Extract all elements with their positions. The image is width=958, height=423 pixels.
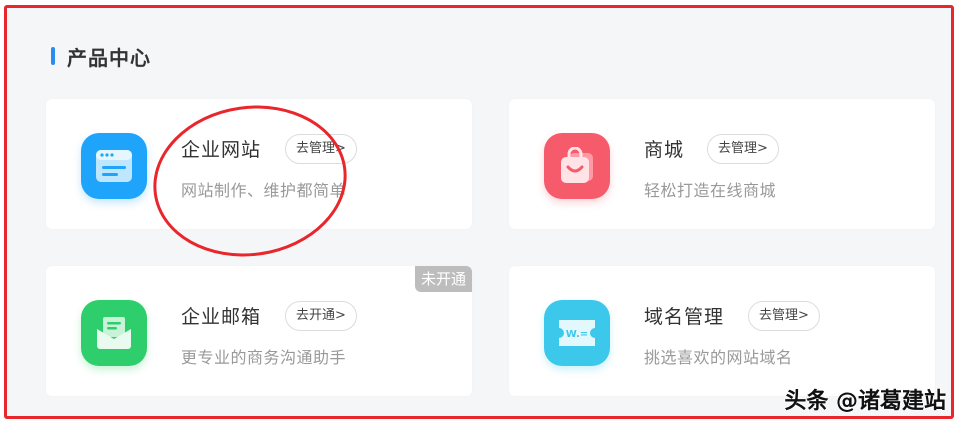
card-description: 挑选喜欢的网站域名 <box>644 348 793 367</box>
card-description: 网站制作、维护都简单 <box>181 181 347 200</box>
website-icon <box>81 133 147 199</box>
product-card-email[interactable]: 未开通 企业邮箱 去开通> 更专业的商务沟通助手 <box>46 266 472 396</box>
shopping-bag-icon <box>544 133 610 199</box>
card-title: 商城 <box>644 139 685 161</box>
status-badge: 未开通 <box>414 266 472 292</box>
manage-button[interactable]: 去管理> <box>285 134 357 164</box>
section-title: 产品中心 <box>67 45 151 70</box>
card-title: 域名管理 <box>644 306 725 328</box>
card-description: 轻松打造在线商城 <box>644 181 777 200</box>
card-title: 企业网站 <box>181 139 262 161</box>
manage-button[interactable]: 去管理> <box>748 301 820 331</box>
manage-button[interactable]: 去管理> <box>707 134 779 164</box>
card-title: 企业邮箱 <box>181 306 262 328</box>
domain-icon-text: W.= <box>566 329 588 340</box>
product-card-website[interactable]: 企业网站 去管理> 网站制作、维护都简单 <box>46 99 472 229</box>
product-card-mall[interactable]: 商城 去管理> 轻松打造在线商城 <box>509 99 935 229</box>
product-card-domain[interactable]: W.= 域名管理 去管理> 挑选喜欢的网站域名 <box>509 266 935 396</box>
mail-icon <box>81 300 147 366</box>
activate-button[interactable]: 去开通> <box>285 301 357 331</box>
card-description: 更专业的商务沟通助手 <box>181 348 347 367</box>
watermark: 头条 @诸葛建站 <box>784 389 946 414</box>
section-header: 产品中心 <box>51 43 151 70</box>
title-accent-bar <box>51 47 55 65</box>
domain-ticket-icon: W.= <box>544 300 610 366</box>
